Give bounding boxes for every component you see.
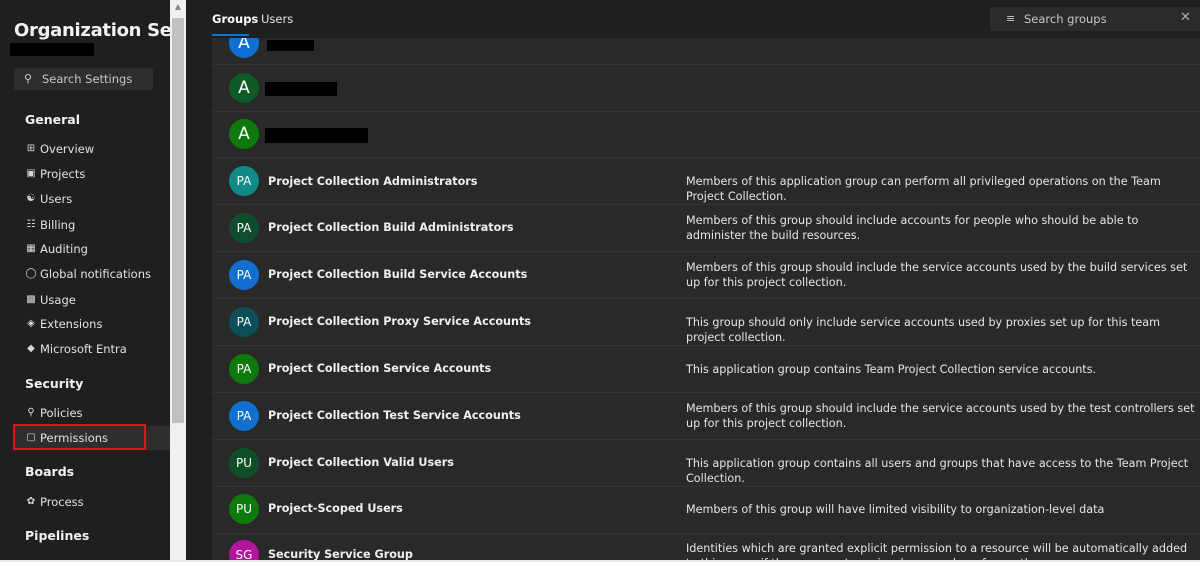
sidebar-item-process[interactable]: ✿ Process — [13, 490, 170, 514]
group-name[interactable]: Project Collection Valid Users — [268, 456, 454, 469]
group-name[interactable]: Project Collection Proxy Service Account… — [268, 315, 531, 328]
close-icon[interactable]: ✕ — [1180, 10, 1191, 25]
group-avatar: PA — [229, 307, 259, 337]
group-avatar: A — [229, 38, 259, 58]
group-avatar: PU — [229, 494, 259, 524]
extensions-icon: ◈ — [27, 318, 35, 329]
group-description: Identities which are granted explicit pe… — [686, 542, 1188, 562]
group-avatar: A — [229, 119, 259, 149]
group-avatar: A — [229, 73, 259, 103]
list-item[interactable]: PA Project Collection Build Service Acco… — [212, 252, 1200, 299]
group-avatar: PA — [229, 354, 259, 384]
group-description: Members of this group should include the… — [686, 261, 1188, 289]
redacted-org-name — [10, 43, 94, 56]
users-icon: ☯ — [26, 193, 36, 204]
group-name[interactable]: Project Collection Build Administrators — [268, 221, 514, 234]
group-name[interactable]: Project Collection Test Service Accounts — [268, 409, 521, 422]
search-settings-input[interactable]: ⚲ Search Settings — [14, 68, 153, 90]
section-general-heading: General — [25, 112, 80, 127]
settings-sidebar: Organization Setti... ⚲ Search Settings … — [0, 0, 170, 562]
list-item[interactable]: PA Project Collection Test Service Accou… — [212, 393, 1200, 440]
sidebar-item-projects[interactable]: ▣ Projects — [13, 162, 170, 186]
entra-icon: ◆ — [27, 343, 35, 354]
group-avatar: PA — [229, 166, 259, 196]
list-item[interactable]: PU Project Collection Valid Users This a… — [212, 440, 1200, 487]
redacted-group-name — [265, 128, 368, 143]
main-content: Groups Users ≡ Search groups ✕ A A A PA … — [186, 0, 1200, 562]
scroll-up-arrow-icon[interactable]: ▲ — [173, 2, 183, 12]
list-item[interactable]: PA Project Collection Build Administrato… — [212, 205, 1200, 252]
auditing-icon: ▦ — [26, 243, 36, 254]
redacted-group-name — [267, 40, 314, 51]
group-avatar: SG — [229, 540, 259, 562]
group-avatar: PA — [229, 260, 259, 290]
sidebar-item-users[interactable]: ☯ Users — [13, 187, 170, 211]
projects-icon: ▣ — [26, 168, 36, 179]
group-description: This application group contains all user… — [686, 457, 1189, 485]
section-security-heading: Security — [25, 376, 84, 391]
sidebar-item-policies[interactable]: ⚲ Policies — [13, 401, 170, 425]
search-icon: ⚲ — [24, 72, 33, 85]
tab-groups[interactable]: Groups — [212, 12, 258, 26]
group-name[interactable]: Project Collection Service Accounts — [268, 362, 491, 375]
group-description: This application group contains Team Pro… — [686, 363, 1097, 376]
group-avatar: PA — [229, 401, 259, 431]
group-avatar: PA — [229, 213, 259, 243]
group-description: Members of this group should include the… — [686, 402, 1195, 430]
active-tab-indicator — [212, 34, 249, 36]
usage-icon: ▩ — [26, 294, 36, 305]
list-item[interactable]: PA Project Collection Proxy Service Acco… — [212, 299, 1200, 346]
sidebar-scrollbar[interactable]: ▲ — [170, 0, 186, 562]
list-item[interactable]: SG Security Service Group Identities whi… — [212, 534, 1200, 562]
tab-users[interactable]: Users — [261, 12, 293, 26]
group-avatar: PU — [229, 448, 259, 478]
billing-icon: ☷ — [26, 219, 36, 230]
group-description: Members of this group should include acc… — [686, 214, 1139, 242]
sidebar-item-extensions[interactable]: ◈ Extensions — [13, 312, 170, 336]
permissions-highlight-box — [13, 424, 146, 450]
sidebar-item-overview[interactable]: ⊞ Overview — [13, 137, 170, 161]
notifications-icon: ◯ — [25, 268, 37, 279]
list-item[interactable]: A — [212, 38, 1200, 65]
grid-icon: ⊞ — [26, 143, 36, 154]
section-pipelines-heading: Pipelines — [25, 528, 90, 543]
sidebar-item-microsoft-entra[interactable]: ◆ Microsoft Entra — [13, 337, 170, 361]
sidebar-item-billing[interactable]: ☷ Billing — [13, 213, 170, 237]
tab-bar: Groups Users ≡ Search groups ✕ — [186, 0, 1200, 38]
sidebar-item-usage[interactable]: ▩ Usage — [13, 288, 170, 312]
list-item[interactable]: PA Project Collection Administrators Mem… — [212, 158, 1200, 205]
section-boards-heading: Boards — [25, 464, 75, 479]
group-description: This group should only include service a… — [686, 316, 1161, 344]
search-groups-input[interactable]: ≡ Search groups ✕ — [990, 7, 1200, 31]
list-item[interactable]: PA Project Collection Service Accounts T… — [212, 346, 1200, 393]
group-name[interactable]: Project Collection Build Service Account… — [268, 268, 527, 281]
organization-title: Organization Setti... — [14, 20, 170, 41]
group-name[interactable]: Project-Scoped Users — [268, 502, 403, 515]
list-item[interactable]: A — [212, 65, 1200, 112]
group-description: Members of this group will have limited … — [686, 503, 1105, 516]
sidebar-item-auditing[interactable]: ▦ Auditing — [13, 237, 170, 261]
group-name[interactable]: Project Collection Administrators — [268, 175, 477, 188]
groups-list: A A A PA Project Collection Administrato… — [212, 38, 1200, 562]
filter-icon: ≡ — [1006, 12, 1016, 25]
list-item[interactable]: PU Project-Scoped Users Members of this … — [212, 487, 1200, 534]
policies-icon: ⚲ — [27, 407, 35, 418]
process-icon: ✿ — [26, 496, 36, 507]
scrollbar-thumb[interactable] — [172, 18, 184, 423]
sidebar-item-global-notifications[interactable]: ◯ Global notifications — [13, 262, 170, 286]
list-item[interactable]: A — [212, 112, 1200, 158]
group-description: Members of this application group can pe… — [686, 175, 1161, 203]
redacted-group-name — [265, 82, 337, 96]
